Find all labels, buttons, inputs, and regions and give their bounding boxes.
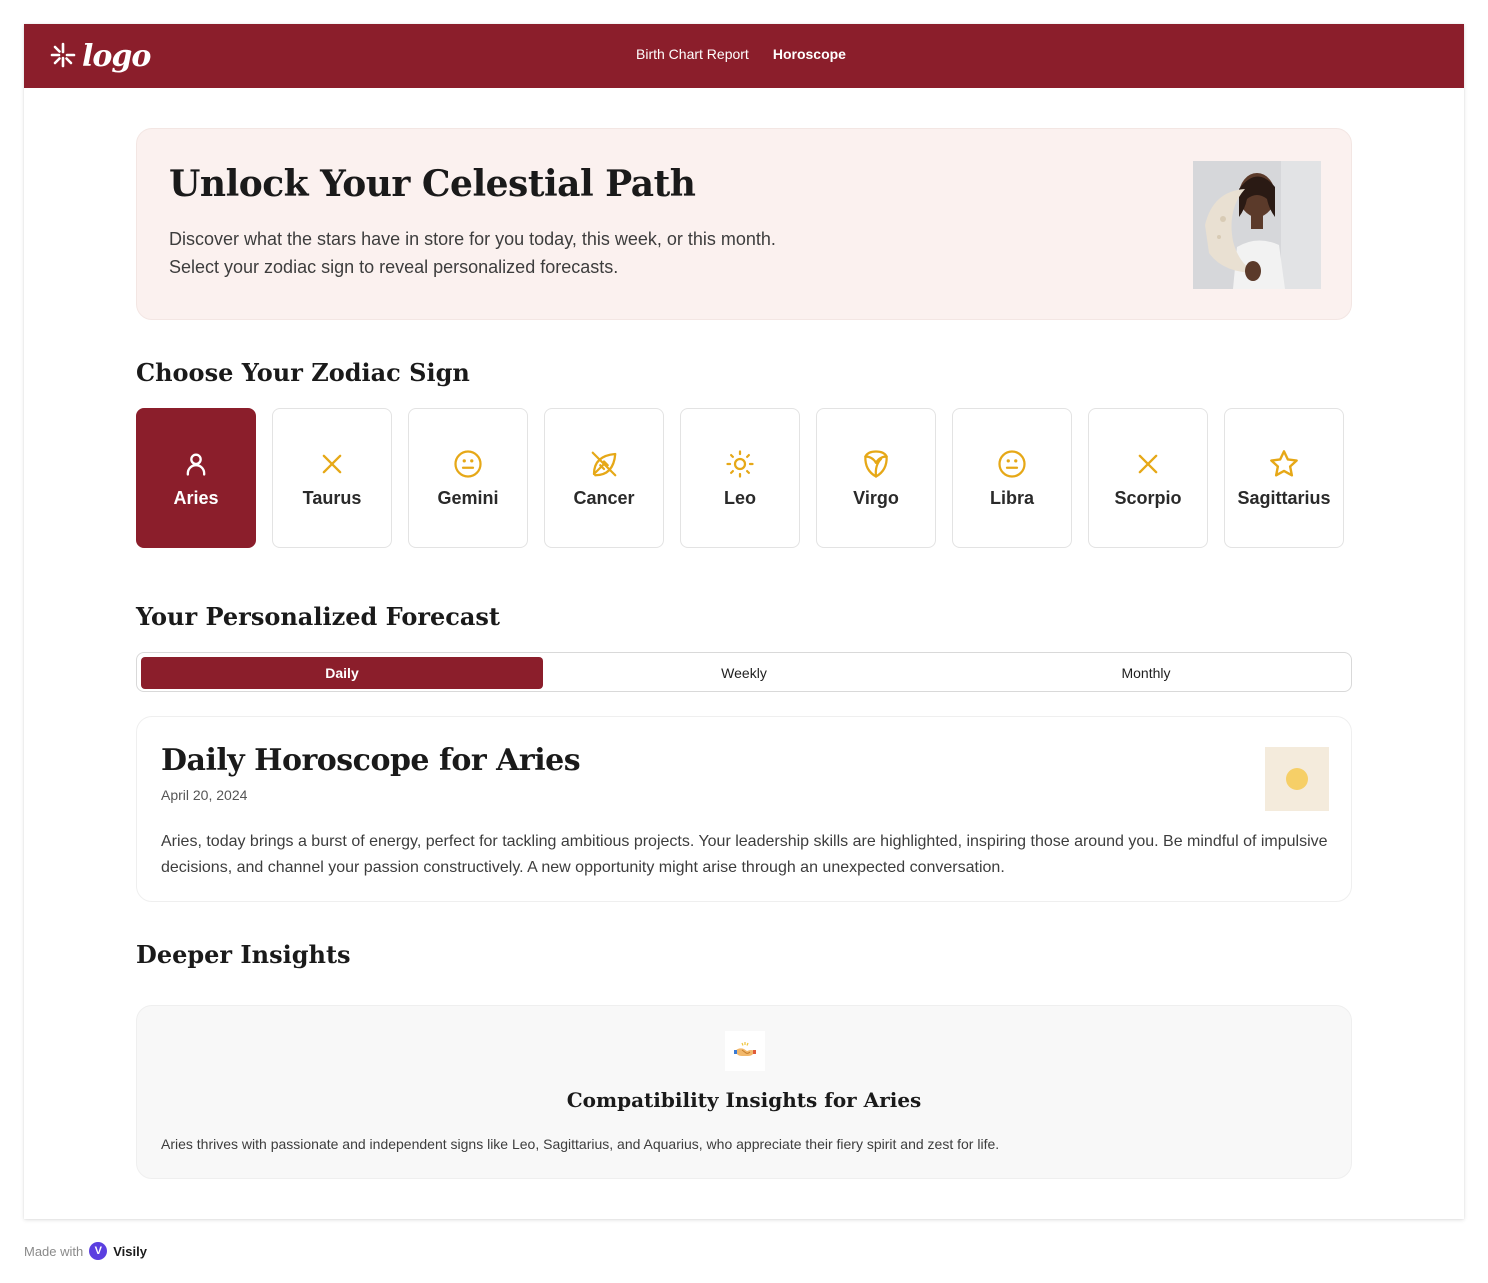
visily-logo-icon: V bbox=[89, 1242, 108, 1260]
sun-icon bbox=[724, 448, 756, 480]
nav-links: Birth Chart Report Horoscope bbox=[636, 46, 846, 62]
hero-image bbox=[1193, 161, 1321, 289]
zodiac-selector: Aries Taurus Gemini Cancer Leo Virgo Lib… bbox=[136, 408, 1344, 548]
compatibility-title: Compatibility Insights for Aries bbox=[566, 1088, 922, 1112]
x-icon bbox=[1132, 448, 1164, 480]
top-navbar: logo Birth Chart Report Horoscope bbox=[24, 24, 1464, 88]
zodiac-card-label: Sagittarius bbox=[1237, 487, 1331, 508]
made-with-label: Made with bbox=[24, 1243, 84, 1259]
zodiac-card-cancer[interactable]: Cancer bbox=[544, 408, 664, 548]
person-icon bbox=[180, 448, 212, 480]
x-icon bbox=[316, 448, 348, 480]
zodiac-card-label: Libra bbox=[989, 487, 1034, 508]
hero-subtitle-line-2: Select your zodiac sign to reveal person… bbox=[169, 257, 619, 277]
hero-banner: Unlock Your Celestial Path Discover what… bbox=[136, 128, 1352, 320]
zodiac-card-taurus[interactable]: Taurus bbox=[272, 408, 392, 548]
sun-dot-icon bbox=[1286, 768, 1308, 790]
handshake-icon bbox=[725, 1031, 765, 1071]
logo-asterisk-icon bbox=[50, 42, 76, 73]
forecast-body: Aries, today brings a burst of energy, p… bbox=[161, 833, 1328, 876]
zodiac-card-aries[interactable]: Aries bbox=[136, 408, 256, 548]
logo-text: logo bbox=[82, 39, 151, 74]
zodiac-card-leo[interactable]: Leo bbox=[680, 408, 800, 548]
forecast-title: Daily Horoscope for Aries bbox=[161, 743, 581, 778]
visily-brand: Visily bbox=[113, 1243, 147, 1259]
zodiac-card-gemini[interactable]: Gemini bbox=[408, 408, 528, 548]
logo[interactable]: logo bbox=[50, 38, 151, 76]
hero-title: Unlock Your Celestial Path bbox=[169, 163, 696, 205]
forecast-card: Daily Horoscope for Aries April 20, 2024… bbox=[136, 716, 1352, 902]
hero-subtitle: Discover what the stars have in store fo… bbox=[169, 225, 929, 281]
nav-link-birth-chart[interactable]: Birth Chart Report bbox=[636, 46, 749, 62]
star-icon bbox=[1268, 448, 1300, 480]
made-with-badge[interactable]: Made with V Visily bbox=[24, 1242, 147, 1260]
zodiac-card-label: Cancer bbox=[573, 487, 635, 508]
hero-subtitle-line-1: Discover what the stars have in store fo… bbox=[169, 229, 776, 249]
neutral-face-icon bbox=[996, 448, 1028, 480]
zodiac-card-label: Gemini bbox=[437, 487, 499, 508]
zodiac-card-virgo[interactable]: Virgo bbox=[816, 408, 936, 548]
tab-monthly[interactable]: Monthly bbox=[945, 657, 1347, 689]
compatibility-card: Compatibility Insights for Aries Aries t… bbox=[136, 1005, 1352, 1179]
tab-weekly[interactable]: Weekly bbox=[543, 657, 945, 689]
forecast-tabs: Daily Weekly Monthly bbox=[136, 652, 1352, 692]
app-frame: logo Birth Chart Report Horoscope Unlock… bbox=[24, 24, 1464, 1219]
insights-section-title: Deeper Insights bbox=[136, 940, 351, 969]
zodiac-card-label: Scorpio bbox=[1114, 487, 1182, 508]
vegan-icon bbox=[860, 448, 892, 480]
zodiac-card-label: Leo bbox=[723, 487, 756, 508]
zodiac-card-libra[interactable]: Libra bbox=[952, 408, 1072, 548]
leaf-off-icon bbox=[588, 448, 620, 480]
forecast-sun-image bbox=[1265, 747, 1329, 811]
zodiac-card-label: Aries bbox=[173, 487, 219, 508]
zodiac-card-scorpio[interactable]: Scorpio bbox=[1088, 408, 1208, 548]
forecast-section-title: Your Personalized Forecast bbox=[136, 602, 501, 631]
zodiac-card-label: Taurus bbox=[302, 487, 362, 508]
tab-daily[interactable]: Daily bbox=[141, 657, 543, 689]
forecast-date: April 20, 2024 bbox=[161, 787, 248, 803]
nav-link-horoscope[interactable]: Horoscope bbox=[773, 46, 846, 62]
zodiac-section-title: Choose Your Zodiac Sign bbox=[136, 358, 470, 387]
zodiac-card-sagittarius[interactable]: Sagittarius bbox=[1224, 408, 1344, 548]
neutral-face-icon bbox=[452, 448, 484, 480]
zodiac-card-label: Virgo bbox=[853, 487, 899, 508]
compatibility-body: Aries thrives with passionate and indepe… bbox=[161, 1136, 1000, 1152]
